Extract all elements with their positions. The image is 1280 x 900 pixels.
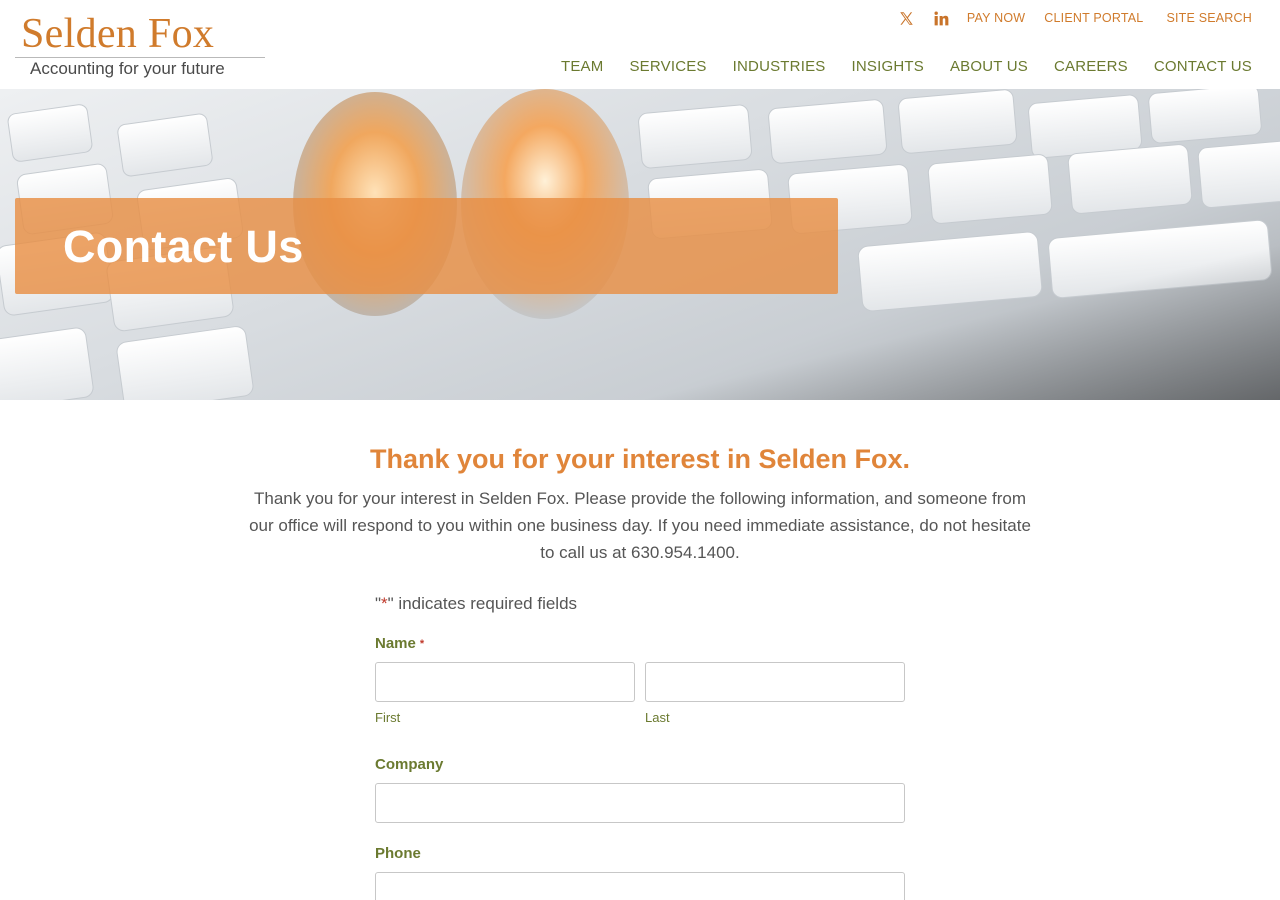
client-portal-link[interactable]: CLIENT PORTAL bbox=[1044, 11, 1143, 25]
first-name-sublabel: First bbox=[375, 710, 401, 725]
utility-bar: PAY NOW CLIENT PORTAL SITE SEARCH bbox=[898, 8, 1252, 28]
phone-label: Phone bbox=[375, 845, 421, 862]
name-required-star: * bbox=[419, 638, 425, 650]
site-logo[interactable]: Selden Fox Accounting for your future bbox=[15, 12, 267, 80]
company-label: Company bbox=[375, 756, 444, 773]
name-label: Name * bbox=[375, 634, 424, 654]
name-label-text: Name bbox=[375, 635, 416, 652]
required-note-text: " indicates required fields bbox=[387, 594, 578, 613]
main-nav: TEAM SERVICES INDUSTRIES INSIGHTS ABOUT … bbox=[561, 56, 1252, 76]
nav-careers[interactable]: CAREERS bbox=[1054, 58, 1128, 75]
nav-services[interactable]: SERVICES bbox=[629, 58, 706, 75]
last-name-sublabel: Last bbox=[645, 710, 670, 725]
linkedin-icon[interactable] bbox=[933, 9, 951, 27]
nav-contact-us[interactable]: CONTACT US bbox=[1154, 58, 1252, 75]
page-title: Contact Us bbox=[63, 221, 304, 272]
last-name-input[interactable] bbox=[645, 662, 905, 702]
required-fields-note: "*" indicates required fields bbox=[375, 593, 577, 615]
nav-industries[interactable]: INDUSTRIES bbox=[733, 58, 826, 75]
nav-insights[interactable]: INSIGHTS bbox=[851, 58, 923, 75]
required-star: * bbox=[381, 594, 388, 613]
x-twitter-icon[interactable] bbox=[898, 9, 916, 27]
nav-about-us[interactable]: ABOUT US bbox=[950, 58, 1028, 75]
intro-paragraph: Thank you for your interest in Selden Fo… bbox=[249, 489, 1031, 562]
pay-now-link[interactable]: PAY NOW bbox=[967, 11, 1025, 25]
phone-input[interactable] bbox=[375, 872, 905, 900]
logo-tagline: Accounting for your future bbox=[30, 59, 225, 78]
hero-banner: Contact Us bbox=[15, 198, 838, 294]
thank-you-headline: Thank you for your interest in Selden Fo… bbox=[369, 444, 911, 474]
site-search-link[interactable]: SITE SEARCH bbox=[1166, 11, 1252, 25]
hero-section: Contact Us bbox=[0, 89, 1280, 400]
first-name-input[interactable] bbox=[375, 662, 635, 702]
site-header: Selden Fox Accounting for your future PA… bbox=[0, 0, 1280, 89]
company-input[interactable] bbox=[375, 783, 905, 823]
nav-team[interactable]: TEAM bbox=[561, 58, 603, 75]
logo-divider bbox=[15, 57, 265, 58]
logo-wordmark: Selden Fox bbox=[21, 11, 215, 57]
